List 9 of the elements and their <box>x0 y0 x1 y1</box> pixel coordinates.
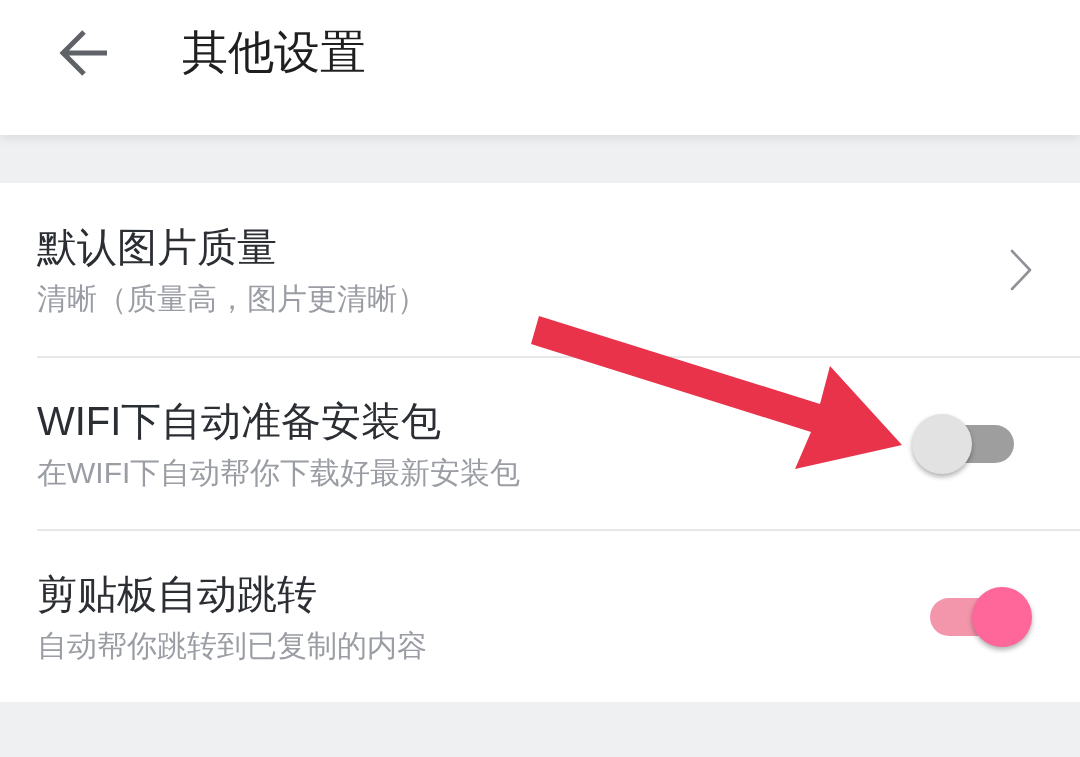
setting-description: 在WIFI下自动帮你下载好最新安装包 <box>37 454 522 491</box>
page-title: 其他设置 <box>182 24 366 80</box>
setting-description: 清晰（质量高，图片更清晰） <box>37 280 428 317</box>
setting-title: 默认图片质量 <box>37 223 278 271</box>
setting-title: WIFI下自动准备安装包 <box>37 397 443 445</box>
arrow-left-icon <box>59 28 109 77</box>
setting-title: 剪贴板自动跳转 <box>37 570 318 618</box>
chevron-right-icon <box>1010 248 1032 291</box>
setting-description: 自动帮你跳转到已复制的内容 <box>37 627 428 664</box>
